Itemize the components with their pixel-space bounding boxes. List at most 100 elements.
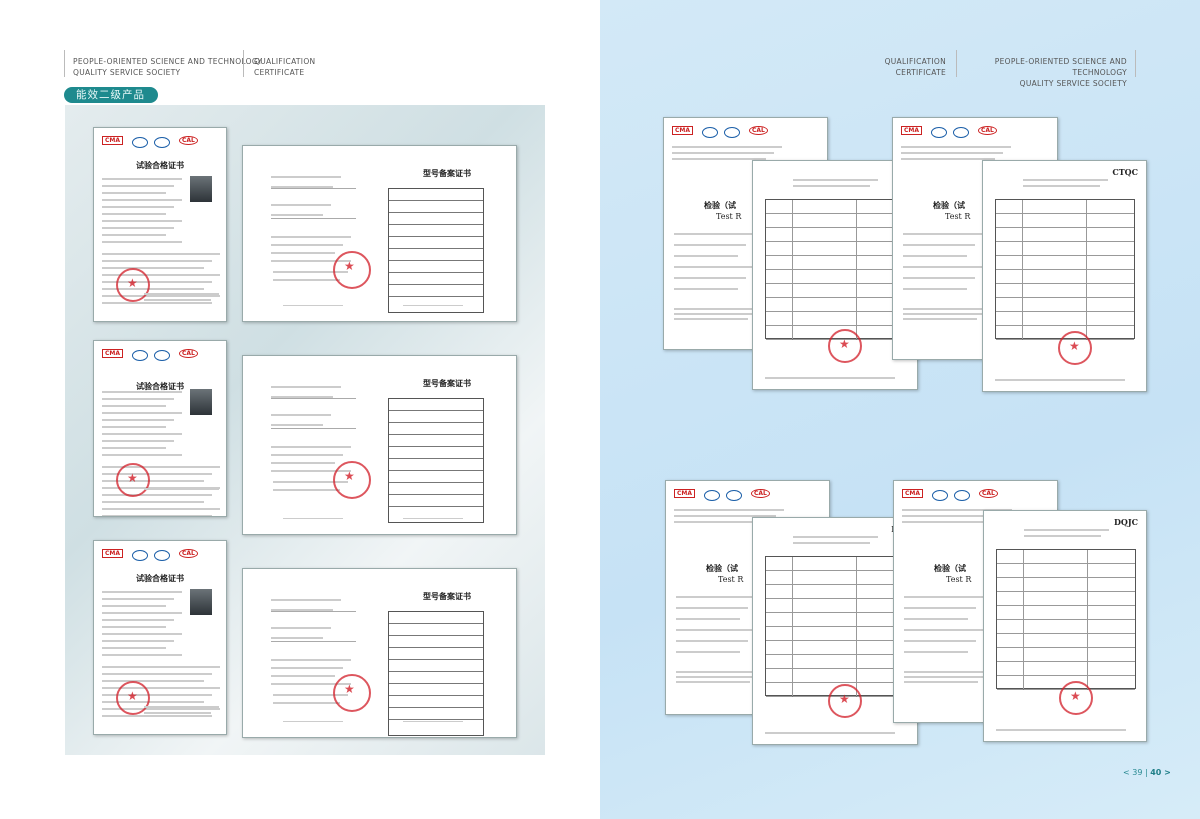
text-line	[1023, 179, 1108, 181]
report-table	[996, 549, 1136, 690]
footer-text	[403, 518, 463, 519]
cal-logo: CAL	[978, 126, 997, 135]
table-row	[766, 599, 904, 613]
table-row	[997, 550, 1135, 564]
red-seal	[116, 681, 150, 715]
certificate-title: 型号备案证书	[423, 378, 471, 388]
cma-logo: CMA	[901, 126, 923, 135]
ilac-logo	[726, 490, 742, 501]
text-line	[271, 462, 335, 464]
text-line	[102, 185, 174, 187]
text-line	[102, 405, 166, 407]
table-column	[1023, 550, 1024, 690]
ilac-logo	[954, 490, 970, 501]
footer-text	[403, 721, 463, 722]
text-line	[271, 424, 323, 426]
report-mark: DQJC	[1113, 517, 1138, 527]
table-row	[766, 270, 904, 284]
section-line-1: QUALIFICATION	[884, 57, 946, 66]
text-line	[271, 204, 331, 206]
product-photo	[190, 389, 212, 415]
table-row	[389, 684, 483, 696]
text-line	[273, 279, 340, 281]
text-line	[271, 252, 335, 254]
table-row	[389, 708, 483, 720]
report-table	[995, 199, 1135, 340]
section-tag: 能效二级产品	[64, 87, 158, 103]
text-line	[904, 676, 986, 678]
cma-logo: CMA	[902, 489, 924, 498]
text-line	[271, 675, 335, 677]
red-seal	[1058, 331, 1092, 365]
page-numbers: < 39 | 40 >	[1123, 768, 1171, 777]
table-column	[792, 200, 793, 340]
left-page: PEOPLE-ORIENTED SCIENCE AND TECHNOLOGY Q…	[0, 0, 600, 819]
text-line	[102, 433, 182, 435]
text-line	[102, 199, 182, 201]
text-line	[102, 633, 182, 635]
table-row	[996, 256, 1134, 270]
text-line	[144, 494, 211, 496]
text-line	[271, 454, 343, 456]
text-line	[144, 299, 211, 301]
table-row	[766, 298, 904, 312]
text-line	[903, 308, 993, 310]
model-registration-certificate: 型号备案证书	[242, 568, 517, 738]
table-row	[996, 270, 1134, 284]
table-row	[766, 627, 904, 641]
table-row	[389, 447, 483, 459]
cal-logo: CAL	[179, 349, 198, 358]
underline	[271, 398, 356, 399]
text-line	[901, 146, 1011, 148]
text-line	[676, 640, 748, 642]
text-line	[271, 667, 343, 669]
cnas-logo	[132, 350, 148, 361]
underline	[271, 218, 356, 219]
text-line	[102, 419, 174, 421]
text-line	[102, 220, 182, 222]
ilac-logo	[953, 127, 969, 138]
slogan-line-2: QUALITY SERVICE SOCIETY	[73, 68, 181, 77]
footer-text	[283, 721, 343, 722]
text-line	[995, 379, 1125, 381]
ilac-logo	[154, 350, 170, 361]
table-row	[389, 249, 483, 261]
text-line	[676, 681, 750, 683]
text-line	[102, 715, 212, 717]
cal-logo: CAL	[979, 489, 998, 498]
cnas-logo	[704, 490, 720, 501]
text-line	[271, 414, 331, 416]
text-line	[903, 288, 967, 290]
certificate-title: 试验合格证书	[136, 160, 184, 170]
underline	[271, 428, 356, 429]
text-line	[144, 712, 211, 714]
table-row	[766, 284, 904, 298]
cal-logo: CAL	[751, 489, 770, 498]
text-line	[102, 302, 212, 304]
text-line	[676, 607, 748, 609]
red-seal	[333, 251, 371, 289]
text-line	[102, 260, 212, 262]
text-line	[102, 673, 212, 675]
section-line-1: QUALIFICATION	[254, 57, 316, 66]
text-line	[102, 598, 174, 600]
text-line	[902, 521, 996, 523]
table-row	[766, 228, 904, 242]
table-row	[389, 213, 483, 225]
red-seal	[333, 674, 371, 712]
table-row	[389, 660, 483, 672]
product-photo	[190, 589, 212, 615]
text-line	[1024, 535, 1101, 537]
text-line	[904, 681, 978, 683]
text-line	[674, 277, 746, 279]
table-row	[389, 471, 483, 483]
table-row	[766, 669, 904, 683]
table-row	[389, 696, 483, 708]
text-line	[271, 637, 323, 639]
red-seal	[1059, 681, 1093, 715]
footer-text	[283, 518, 343, 519]
underline	[271, 188, 356, 189]
table-column	[1086, 200, 1087, 340]
ilac-logo	[154, 550, 170, 561]
table-row	[389, 483, 483, 495]
